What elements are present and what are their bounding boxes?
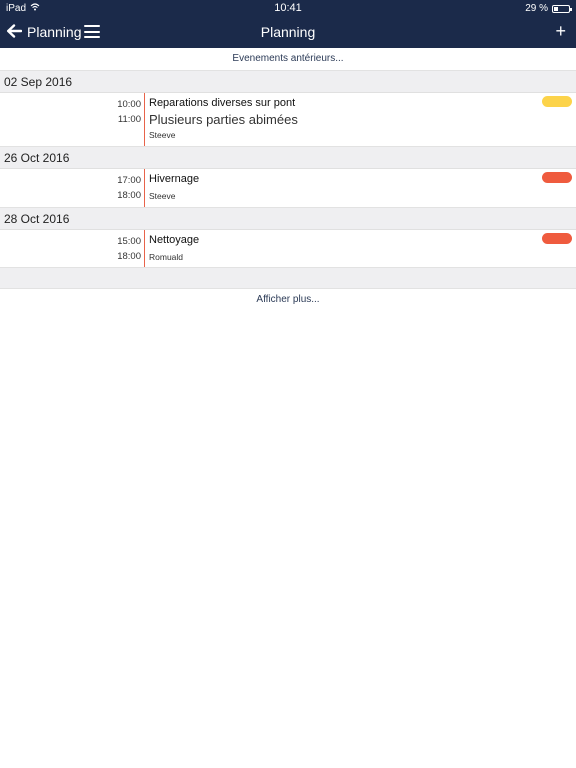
event-end: 11:00 <box>117 114 141 125</box>
event-end: 18:00 <box>117 190 141 201</box>
event-subtitle: Plusieurs parties abimées <box>149 112 298 127</box>
date-header: 26 Oct 2016 <box>0 147 576 169</box>
event-start: 17:00 <box>117 175 141 186</box>
event-end: 18:00 <box>117 251 141 262</box>
event-title: Nettoyage <box>149 234 200 246</box>
nav-bar: iPad 10:41 29 % Planning Planning + <box>0 0 576 48</box>
add-button[interactable]: + <box>555 21 566 42</box>
event-timeline <box>144 230 145 267</box>
status-badge <box>542 233 572 244</box>
event-row[interactable]: 10:00 11:00 Reparations diverses sur pon… <box>0 93 576 147</box>
event-timeline <box>144 93 145 146</box>
event-person: Steeve <box>149 130 176 140</box>
list-spacer <box>0 268 576 289</box>
date-label: 26 Oct 2016 <box>4 151 70 165</box>
status-time: 10:41 <box>274 2 302 14</box>
battery-label: 29 % <box>525 3 548 14</box>
date-header: 02 Sep 2016 <box>0 71 576 93</box>
event-start: 15:00 <box>117 236 141 247</box>
date-header: 28 Oct 2016 <box>0 208 576 230</box>
page-title: Planning <box>260 24 316 40</box>
event-start: 10:00 <box>117 99 141 110</box>
status-badge <box>542 96 572 107</box>
earlier-events-link[interactable]: Evenements antérieurs... <box>0 48 576 71</box>
battery-icon <box>552 4 572 13</box>
event-title: Hivernage <box>149 173 200 185</box>
date-label: 28 Oct 2016 <box>4 212 70 226</box>
event-person: Romuald <box>149 252 184 262</box>
date-label: 02 Sep 2016 <box>4 75 73 89</box>
event-row[interactable]: 15:00 18:00 Nettoyage Romuald <box>0 230 576 268</box>
event-timeline <box>144 169 145 207</box>
status-right: 29 % <box>525 3 572 14</box>
show-more-link[interactable]: Afficher plus... <box>0 290 576 310</box>
status-badge <box>542 172 572 183</box>
event-row[interactable]: 17:00 18:00 Hivernage Steeve <box>0 169 576 208</box>
event-title: Reparations diverses sur pont <box>149 97 296 109</box>
event-person: Steeve <box>149 191 176 201</box>
